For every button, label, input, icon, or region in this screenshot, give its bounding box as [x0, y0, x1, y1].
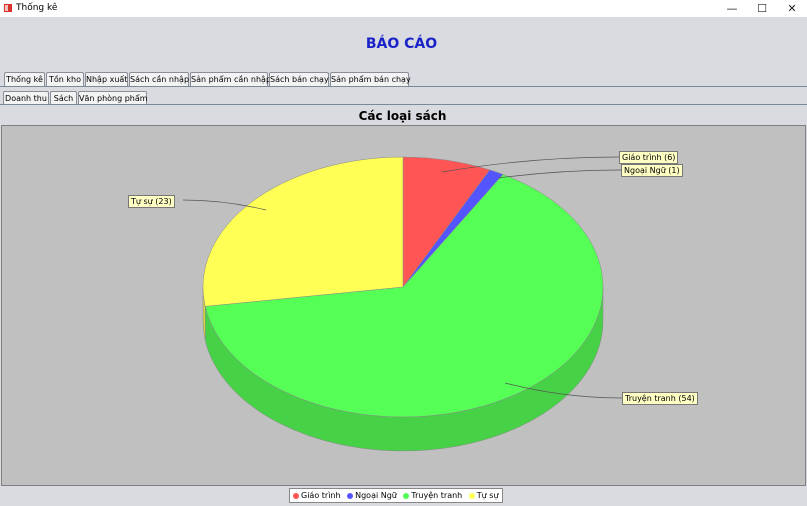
chart-legend: Giáo trình Ngoại Ngữ Truyện tranh Tự sự: [289, 488, 503, 503]
legend-swatch: [347, 493, 354, 499]
slice-label-tu-su: Tự sự (23): [128, 195, 175, 208]
legend-item-truyen-tranh: Truyện tranh: [403, 489, 462, 502]
legend-swatch: [403, 493, 410, 499]
slice-label-ngoai-ngu: Ngoại Ngữ (1): [621, 164, 683, 177]
legend-item-tu-su: Tự sự: [468, 489, 499, 502]
pie-chart: [182, 156, 623, 452]
legend-swatch: [293, 493, 299, 499]
legend-item-giao-trinh: Giáo trình: [293, 489, 341, 502]
legend-item-ngoai-ngu: Ngoại Ngữ: [347, 489, 397, 502]
legend-label: Ngoại Ngữ: [355, 491, 397, 500]
legend-label: Tự sự: [476, 491, 499, 500]
slice-ngoai-ngu-leader-line: [497, 169, 622, 179]
legend-label: Truyện tranh: [411, 491, 463, 500]
legend-swatch: [468, 493, 475, 499]
slice-label-truyen-tranh: Truyện tranh (54): [622, 392, 698, 405]
legend-label: Giáo trình: [301, 491, 341, 500]
slice-tu-su: [202, 156, 404, 307]
slice-label-giao-trinh: Giáo trình (6): [619, 151, 679, 164]
